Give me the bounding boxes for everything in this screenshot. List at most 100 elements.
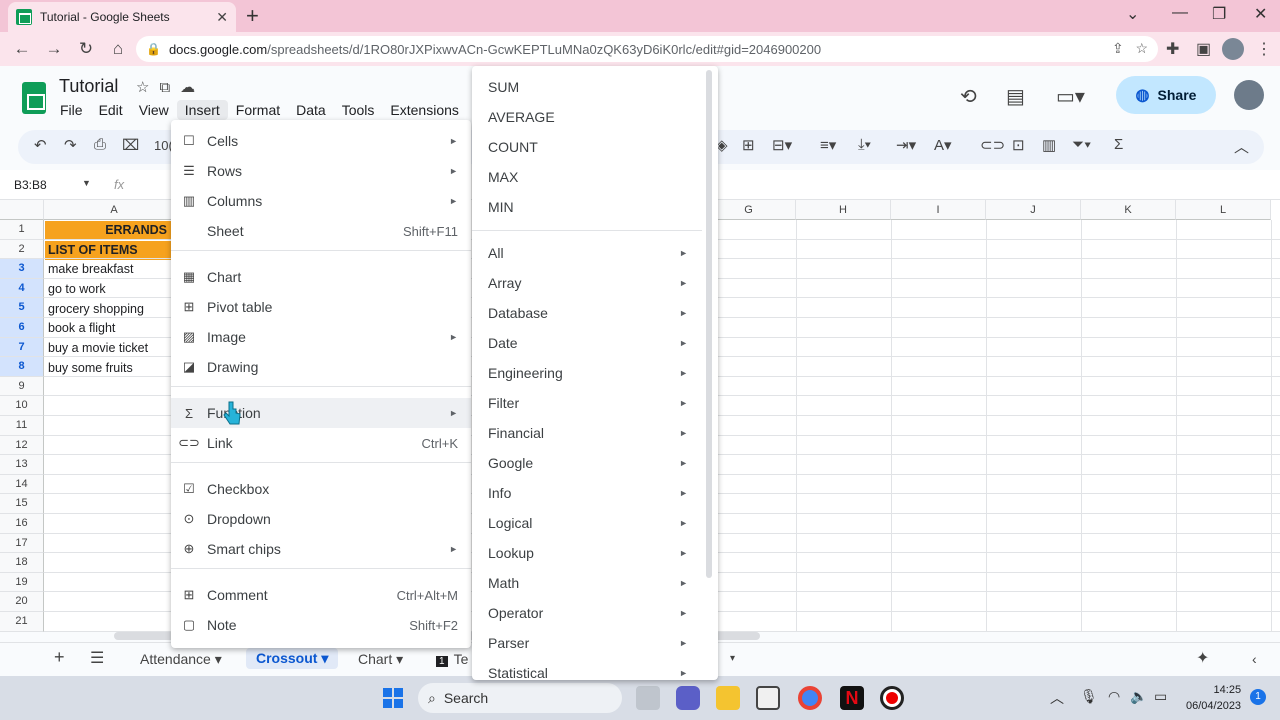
row-header[interactable]: 21: [0, 612, 44, 632]
function-category-filter[interactable]: Filter ►: [472, 388, 708, 418]
battery-icon[interactable]: ▭: [1154, 688, 1167, 705]
row-header[interactable]: 1: [0, 220, 44, 240]
tray-chevron-icon[interactable]: ︿: [1050, 688, 1064, 708]
back-icon[interactable]: ←: [6, 39, 38, 59]
home-icon[interactable]: ⌂: [102, 39, 134, 59]
row-header[interactable]: 8: [0, 357, 44, 377]
collapse-toolbar-icon[interactable]: ︿: [1234, 136, 1249, 157]
column-header[interactable]: J: [986, 200, 1081, 220]
forward-icon[interactable]: →: [38, 39, 70, 59]
row-header[interactable]: 9: [0, 376, 44, 397]
menu-file[interactable]: File: [52, 100, 91, 120]
add-sheet-button[interactable]: +: [54, 647, 65, 668]
function-category-engineering[interactable]: Engineering ►: [472, 358, 708, 388]
list-item[interactable]: go to work: [45, 280, 171, 299]
account-avatar[interactable]: [1234, 80, 1264, 110]
netflix-icon[interactable]: N: [840, 686, 864, 710]
function-category-array[interactable]: Array ►: [472, 268, 708, 298]
insert-link-icon[interactable]: ⊂⊃: [980, 136, 1005, 154]
menu-item-columns[interactable]: ▥ Columns ►: [171, 186, 471, 216]
menu-item-checkbox[interactable]: ☑ Checkbox: [171, 474, 471, 504]
functions-icon[interactable]: Σ: [1114, 136, 1123, 153]
menu-item-link[interactable]: ⊂⊃ Link Ctrl+K: [171, 428, 471, 458]
teams-icon[interactable]: [676, 686, 700, 710]
reload-icon[interactable]: ↻: [70, 39, 102, 59]
menu-item-pivot-table[interactable]: ⊞ Pivot table: [171, 292, 471, 322]
column-header[interactable]: L: [1176, 200, 1271, 220]
function-category-google[interactable]: Google ►: [472, 448, 708, 478]
row-header[interactable]: 5: [0, 298, 44, 318]
close-window-button[interactable]: ✕: [1254, 4, 1267, 24]
cell-a1[interactable]: ERRANDS: [45, 221, 171, 240]
insert-comment-icon[interactable]: ⊡: [1012, 136, 1025, 154]
row-header[interactable]: 2: [0, 239, 44, 260]
chevron-down-icon[interactable]: ▼: [82, 178, 91, 188]
address-bar[interactable]: 🔒 docs.google.com/spreadsheets/d/1RO80rJ…: [136, 36, 1158, 62]
tab-search-icon[interactable]: ⌄: [1126, 4, 1139, 24]
share-button[interactable]: ◍ Share: [1116, 76, 1216, 114]
list-item[interactable]: make breakfast: [45, 260, 171, 279]
row-header[interactable]: 13: [0, 455, 44, 475]
menu-item-rows[interactable]: ☰ Rows ►: [171, 156, 471, 186]
menu-tools[interactable]: Tools: [334, 100, 383, 120]
text-rotation-icon[interactable]: A▾: [934, 136, 952, 154]
menu-data[interactable]: Data: [288, 100, 334, 120]
row-header[interactable]: 10: [0, 396, 44, 416]
menu-item-drawing[interactable]: ◪ Drawing: [171, 352, 471, 382]
insert-chart-icon[interactable]: ▥: [1042, 136, 1056, 154]
row-header[interactable]: 7: [0, 337, 44, 358]
column-header[interactable]: A: [44, 200, 185, 220]
microphone-icon[interactable]: 🎙: [1080, 688, 1098, 705]
menu-extensions[interactable]: Extensions: [382, 100, 466, 120]
profile-avatar[interactable]: [1222, 38, 1244, 60]
move-folder-icon[interactable]: ⧉: [159, 79, 180, 96]
menu-item-sheet[interactable]: Sheet Shift+F11: [171, 216, 471, 246]
row-header[interactable]: 18: [0, 553, 44, 573]
menu-item-note[interactable]: ▢ Note Shift+F2: [171, 610, 471, 640]
menu-view[interactable]: View: [131, 100, 177, 120]
extensions-icon[interactable]: ✚: [1166, 39, 1179, 59]
column-header[interactable]: K: [1081, 200, 1176, 220]
snipping-tool-icon[interactable]: [756, 686, 780, 710]
menu-insert[interactable]: Insert: [176, 100, 228, 120]
notification-badge[interactable]: 1: [1250, 689, 1266, 705]
row-header[interactable]: 15: [0, 494, 44, 514]
menu-item-chart[interactable]: ▦ Chart: [171, 262, 471, 292]
star-icon[interactable]: ☆: [136, 79, 159, 96]
menu-item-cells[interactable]: ☐ Cells ►: [171, 126, 471, 156]
function-category-math[interactable]: Math ►: [472, 568, 708, 598]
function-item-min[interactable]: MIN: [472, 192, 708, 222]
sheet-tab-chart[interactable]: Chart ▾: [358, 651, 403, 668]
undo-icon[interactable]: ↶: [34, 136, 47, 154]
new-tab-button[interactable]: +: [246, 4, 259, 28]
paint-format-icon[interactable]: ⌧: [122, 136, 139, 154]
version-history-icon[interactable]: ⟲: [960, 84, 977, 109]
document-title[interactable]: Tutorial: [59, 76, 118, 97]
row-header[interactable]: 19: [0, 572, 44, 593]
text-wrap-icon[interactable]: ⇥▾: [896, 136, 916, 154]
function-category-database[interactable]: Database ►: [472, 298, 708, 328]
function-category-operator[interactable]: Operator ►: [472, 598, 708, 628]
bookmark-star-icon[interactable]: ⇪ ☆: [1112, 40, 1148, 57]
maximize-button[interactable]: ❐: [1212, 4, 1226, 24]
minimize-button[interactable]: —: [1172, 4, 1188, 22]
all-sheets-icon[interactable]: ☰: [90, 648, 104, 668]
name-box[interactable]: B3:B8: [14, 178, 47, 192]
function-category-all[interactable]: All ►: [472, 238, 708, 268]
row-header[interactable]: 12: [0, 435, 44, 456]
sheets-logo[interactable]: [22, 82, 46, 114]
column-header[interactable]: I: [891, 200, 986, 220]
merge-cells-icon[interactable]: ⊟▾: [772, 136, 792, 154]
row-header[interactable]: 4: [0, 278, 44, 299]
select-all-corner[interactable]: [0, 200, 44, 220]
list-item[interactable]: buy a movie ticket: [45, 339, 171, 358]
function-item-count[interactable]: COUNT: [472, 132, 708, 162]
volume-icon[interactable]: 🔈: [1130, 688, 1147, 705]
align-vertical-icon[interactable]: ⤓▾: [858, 136, 871, 153]
row-header[interactable]: 3: [0, 259, 44, 279]
windows-start-icon[interactable]: [383, 688, 403, 708]
wifi-icon[interactable]: ◠: [1108, 688, 1120, 705]
zoom-select[interactable]: 10(: [154, 138, 173, 153]
cloud-status-icon[interactable]: ☁: [180, 79, 205, 96]
menu-format[interactable]: Format: [228, 100, 288, 120]
